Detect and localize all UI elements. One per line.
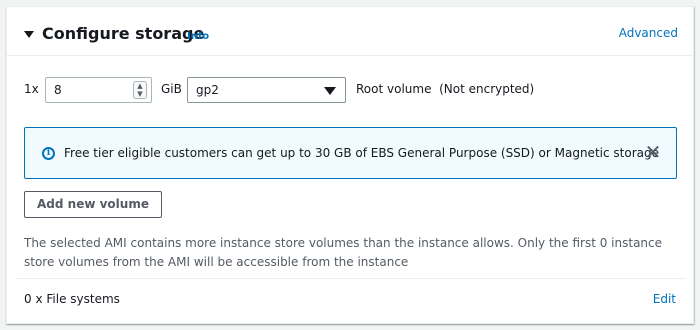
info-link[interactable]: Info [187, 31, 209, 42]
collapse-caret-icon[interactable] [24, 31, 34, 38]
volume-type-select[interactable]: gp2 [187, 77, 346, 103]
root-volume-row: 1x 8 ▲ ▼ GiB gp2 Root volume (Not encrypt… [24, 77, 624, 103]
info-icon: i [42, 147, 55, 160]
advanced-link[interactable]: Advanced [619, 26, 678, 40]
dropdown-arrow-icon [324, 87, 336, 95]
file-systems-divider [17, 278, 685, 279]
volume-type-value: gp2 [196, 83, 219, 97]
volume-quantity-label: 1x [24, 82, 39, 96]
free-tier-alert: i Free tier eligible customers can get u… [24, 127, 677, 179]
instance-store-note: The selected AMI contains more instance … [24, 236, 663, 269]
size-stepper-icon[interactable]: ▲ ▼ [133, 81, 147, 99]
add-new-volume-button[interactable]: Add new volume [24, 191, 162, 218]
volume-size-value: 8 [54, 83, 62, 97]
alert-text: Free tier eligible customers can get up … [64, 146, 659, 160]
panel-title: Configure storage [42, 24, 205, 43]
close-icon[interactable]: ✕ [643, 140, 663, 164]
header-divider [7, 55, 693, 56]
panel-header: Configure storage Info Advanced [7, 7, 693, 55]
volume-size-unit: GiB [161, 82, 182, 96]
root-volume-label: Root volume (Not encrypted) [356, 82, 535, 96]
edit-file-systems-link[interactable]: Edit [653, 292, 676, 306]
file-systems-label: 0 x File systems [24, 292, 120, 306]
configure-storage-panel: Configure storage Info Advanced 1x 8 ▲ ▼ … [6, 6, 694, 324]
volume-size-input[interactable]: 8 ▲ ▼ [45, 77, 152, 103]
